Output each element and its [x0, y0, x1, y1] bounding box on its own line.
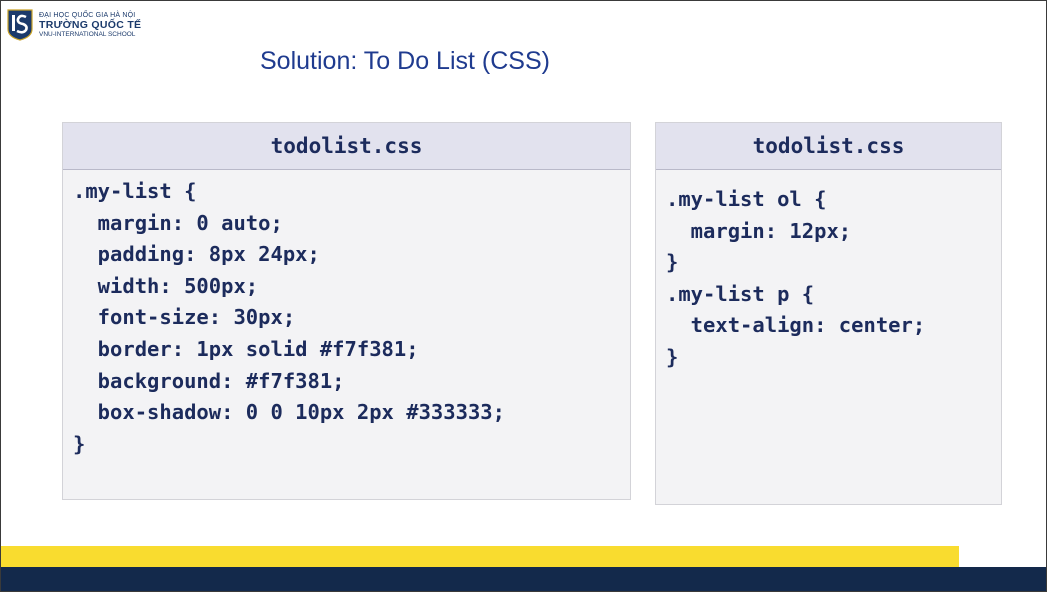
footer-bar	[1, 567, 1046, 591]
code-line: border: 1px solid #f7f381;	[73, 336, 419, 361]
code-line: width: 500px;	[73, 273, 259, 298]
logo-school-name: TRƯỜNG QUỐC TẾ	[39, 19, 142, 31]
code-block: .my-list ol { margin: 12px; } .my-list p…	[656, 170, 1001, 374]
code-filename: todolist.css	[63, 123, 630, 170]
code-line: margin: 12px;	[666, 218, 852, 243]
code-filename: todolist.css	[656, 123, 1001, 170]
slide: ĐẠI HỌC QUỐC GIA HÀ NỘI TRƯỜNG QUỐC TẾ V…	[0, 0, 1047, 592]
code-block: .my-list { margin: 0 auto; padding: 8px …	[63, 170, 630, 460]
code-line: margin: 0 auto;	[73, 210, 283, 235]
code-line: }	[666, 250, 679, 275]
logo-university: ĐẠI HỌC QUỐC GIA HÀ NỘI	[39, 12, 136, 19]
code-line: background: #f7f381;	[73, 368, 345, 393]
code-line: }	[666, 344, 679, 369]
code-line: padding: 8px 24px;	[73, 242, 320, 267]
code-line: .my-list {	[73, 179, 197, 203]
code-line: text-align: center;	[666, 313, 926, 338]
school-logo: ĐẠI HỌC QUỐC GIA HÀ NỘI TRƯỜNG QUỐC TẾ V…	[7, 9, 141, 41]
code-line: box-shadow: 0 0 10px 2px #333333;	[73, 400, 505, 425]
code-box-right: todolist.css .my-list ol { margin: 12px;…	[655, 122, 1002, 505]
code-line: font-size: 30px;	[73, 305, 296, 330]
shield-logo-icon	[7, 9, 33, 41]
slide-title: Solution: To Do List (CSS)	[260, 47, 550, 75]
accent-bar	[1, 546, 959, 567]
logo-school-english: VNU-INTERNATIONAL SCHOOL	[39, 30, 136, 38]
code-line: .my-list ol {	[666, 187, 827, 211]
logo-text: ĐẠI HỌC QUỐC GIA HÀ NỘI TRƯỜNG QUỐC TẾ V…	[39, 12, 141, 38]
code-line: }	[73, 431, 86, 456]
code-line: .my-list p {	[666, 281, 815, 306]
code-box-left: todolist.css .my-list { margin: 0 auto; …	[62, 122, 631, 500]
